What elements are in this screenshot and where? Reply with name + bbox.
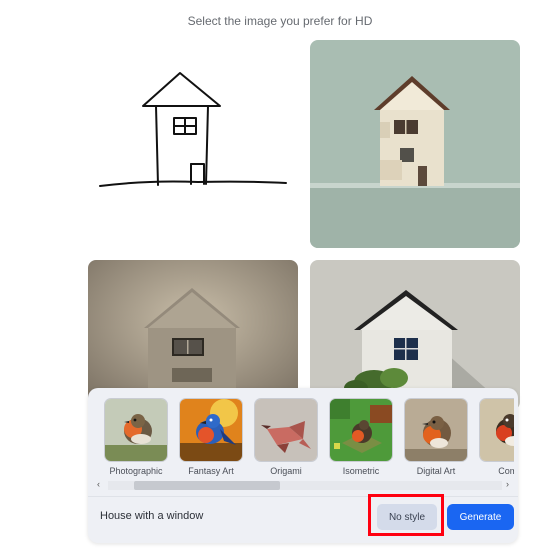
style-thumb-isometric <box>329 398 393 462</box>
style-thumb-origami <box>254 398 318 462</box>
style-thumb-comic <box>479 398 514 462</box>
divider <box>88 496 518 497</box>
style-thumb-digital-art <box>404 398 468 462</box>
style-option-isometric[interactable]: Isometric <box>329 398 393 476</box>
style-option-origami[interactable]: Origami <box>254 398 318 476</box>
scroll-right-arrow-icon[interactable]: › <box>506 479 509 489</box>
style-label: Photographic <box>109 466 163 476</box>
generated-image-1[interactable] <box>310 40 520 248</box>
no-style-button[interactable]: No style <box>377 504 437 530</box>
style-label: Digital Art <box>416 466 456 476</box>
style-option-fantasy-art[interactable]: Fantasy Art <box>179 398 243 476</box>
page-title: Select the image you prefer for HD <box>187 14 373 28</box>
prompt-text: House with a window <box>100 510 204 522</box>
generate-button[interactable]: Generate <box>447 504 514 530</box>
style-option-photographic[interactable]: Photographic <box>104 398 168 476</box>
scroll-left-arrow-icon[interactable]: ‹ <box>97 479 100 489</box>
style-label: Origami <box>270 466 302 476</box>
scrollbar-thumb[interactable] <box>134 481 280 490</box>
style-carousel: Photographic Fantasy Art Origami Isometr… <box>100 398 514 478</box>
style-label: Fantasy Art <box>188 466 234 476</box>
sketch-image[interactable] <box>88 40 298 248</box>
style-label: Isometric <box>342 466 380 476</box>
horizontal-scrollbar[interactable] <box>108 481 502 490</box>
style-option-digital-art[interactable]: Digital Art <box>404 398 468 476</box>
style-thumb-photographic <box>104 398 168 462</box>
style-panel: Photographic Fantasy Art Origami Isometr… <box>88 388 518 543</box>
style-option-comic[interactable]: Comic <box>479 398 514 476</box>
style-label: Comic <box>498 466 514 476</box>
style-thumb-fantasy-art <box>179 398 243 462</box>
